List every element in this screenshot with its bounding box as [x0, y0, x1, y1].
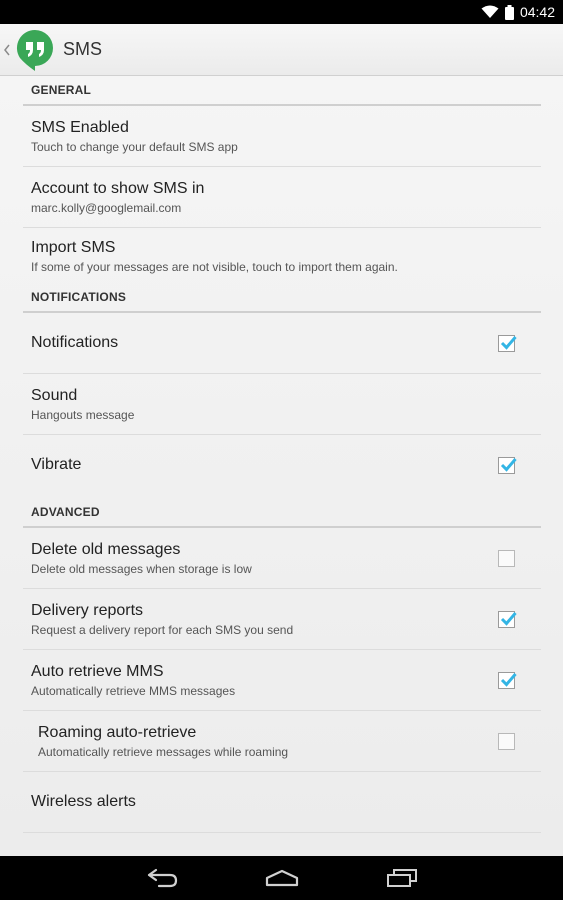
status-bar: 04:42 [0, 0, 563, 24]
pref-notifications[interactable]: Notifications [23, 313, 541, 374]
pref-summary: Touch to change your default SMS app [31, 139, 238, 154]
navigation-bar [0, 856, 563, 900]
pref-summary: If some of your messages are not visible… [31, 260, 398, 274]
page-title: SMS [63, 39, 103, 59]
settings-content[interactable]: GENERAL SMS Enabled Touch to change your… [0, 76, 563, 856]
notifications-checkbox[interactable] [498, 335, 517, 352]
home-icon[interactable] [257, 858, 307, 898]
pref-delete-old-messages[interactable]: Delete old messages Delete old messages … [23, 528, 541, 589]
hangouts-logo-icon[interactable] [15, 29, 55, 71]
pref-title: Delete old messages [31, 540, 181, 558]
pref-import-sms[interactable]: Import SMS If some of your messages are … [23, 228, 541, 285]
pref-title: Auto retrieve MMS [31, 662, 164, 680]
back-icon[interactable] [137, 858, 187, 898]
pref-sound[interactable]: Sound Hangouts message [23, 374, 541, 435]
pref-summary: Delete old messages when storage is low [31, 561, 252, 576]
pref-title: Notifications [31, 334, 119, 351]
pref-title: Account to show SMS in [31, 179, 205, 197]
pref-vibrate[interactable]: Vibrate [23, 435, 541, 495]
battery-icon [504, 4, 514, 20]
recent-apps-icon[interactable] [377, 858, 427, 898]
section-header-notifications: NOTIFICATIONS [23, 285, 541, 313]
pref-title: Sound [31, 386, 78, 404]
pref-delivery-reports[interactable]: Delivery reports Request a delivery repo… [23, 589, 541, 650]
pref-summary: Automatically retrieve messages while ro… [38, 744, 289, 759]
delivery-reports-checkbox[interactable] [498, 611, 517, 628]
status-time: 04:42 [519, 4, 555, 20]
vibrate-checkbox[interactable] [498, 457, 517, 474]
up-caret-icon[interactable] [3, 43, 15, 57]
wifi-icon [481, 5, 499, 19]
pref-summary: Request a delivery report for each SMS y… [31, 622, 294, 637]
pref-summary: Automatically retrieve MMS messages [31, 683, 236, 698]
pref-title: Roaming auto-retrieve [38, 723, 197, 741]
pref-title: Vibrate [31, 456, 82, 473]
settings-list: GENERAL SMS Enabled Touch to change your… [23, 76, 541, 833]
pref-roaming-auto-retrieve[interactable]: Roaming auto-retrieve Automatically retr… [23, 711, 541, 772]
pref-summary: marc.kolly@googlemail.com [31, 200, 182, 215]
pref-wireless-alerts[interactable]: Wireless alerts [23, 772, 541, 833]
section-header-advanced: ADVANCED [23, 495, 541, 528]
pref-summary: Hangouts message [31, 407, 135, 422]
section-header-general: GENERAL [23, 76, 541, 106]
pref-account[interactable]: Account to show SMS in marc.kolly@google… [23, 167, 541, 228]
pref-auto-retrieve-mms[interactable]: Auto retrieve MMS Automatically retrieve… [23, 650, 541, 711]
pref-title: Wireless alerts [31, 793, 136, 810]
delete-old-messages-checkbox[interactable] [498, 550, 515, 567]
roaming-auto-retrieve-checkbox[interactable] [498, 733, 515, 750]
auto-retrieve-mms-checkbox[interactable] [498, 672, 517, 689]
pref-title: Import SMS [31, 239, 116, 256]
pref-sms-enabled[interactable]: SMS Enabled Touch to change your default… [23, 106, 541, 167]
action-bar: SMS [0, 24, 563, 76]
pref-title: SMS Enabled [31, 118, 129, 136]
pref-title: Delivery reports [31, 601, 144, 619]
